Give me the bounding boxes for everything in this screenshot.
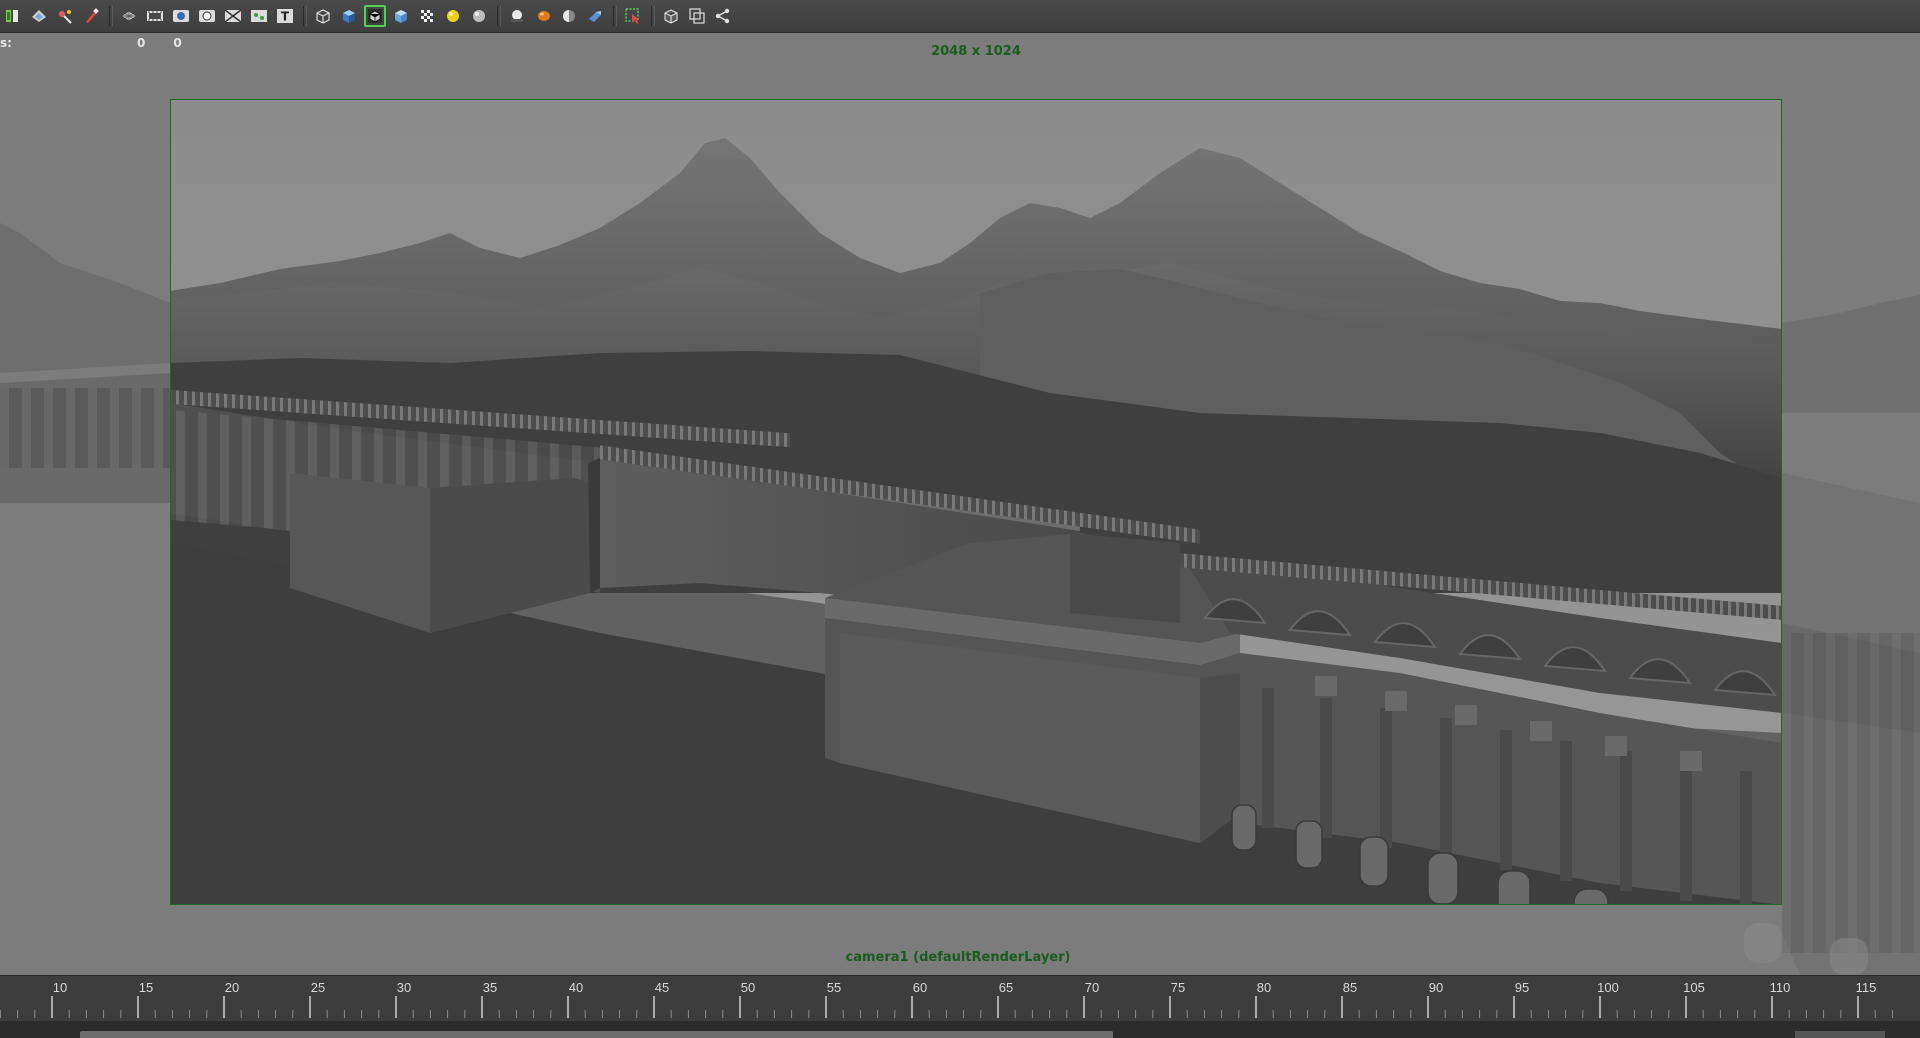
frame-label: 115 (1855, 980, 1877, 995)
toolbar-separator (651, 6, 655, 26)
select-camera-icon[interactable] (622, 5, 644, 27)
frame-label: 30 (396, 980, 412, 995)
viewport-toolbar: T (0, 0, 1920, 33)
frame-label: 90 (1428, 980, 1444, 995)
safe-action-icon[interactable] (248, 5, 270, 27)
svg-text:T: T (281, 10, 290, 24)
depth-of-field-icon[interactable] (584, 5, 606, 27)
3d-viewport[interactable]: s: 0 0 2048 x 1024 camera1 (defaultRende… (0, 33, 1920, 975)
toolbar-separator (613, 6, 617, 26)
safe-title-icon[interactable]: T (274, 5, 296, 27)
frame-label: 35 (482, 980, 498, 995)
range-slider-handle[interactable] (80, 1031, 1113, 1038)
time-slider-ruler (0, 996, 1893, 1018)
frame-label: 45 (654, 980, 670, 995)
shadows-icon[interactable] (468, 5, 490, 27)
isolate-view-icon[interactable] (660, 5, 682, 27)
paint-tool-icon[interactable] (80, 5, 102, 27)
screen-space-ao-icon[interactable] (506, 5, 528, 27)
frame-label: 15 (138, 980, 154, 995)
frame-label: 10 (52, 980, 68, 995)
frame-label: 110 (1769, 980, 1791, 995)
grid-icon[interactable] (118, 5, 140, 27)
smooth-shade-icon[interactable] (338, 5, 360, 27)
frame-label: 75 (1170, 980, 1186, 995)
camera-attributes-icon[interactable] (28, 5, 50, 27)
xray-joints-icon[interactable] (712, 5, 734, 27)
default-material-icon[interactable] (390, 5, 412, 27)
wireframe-icon[interactable] (312, 5, 334, 27)
wireframe-on-shaded-icon[interactable] (364, 5, 386, 27)
frame-label: 80 (1256, 980, 1272, 995)
frame-label: 60 (912, 980, 928, 995)
motion-blur-icon[interactable] (532, 5, 554, 27)
frame-label: 55 (826, 980, 842, 995)
textured-icon[interactable] (416, 5, 438, 27)
xray-icon[interactable] (686, 5, 708, 27)
frame-label: 105 (1683, 980, 1705, 995)
resolution-label: 2048 x 1024 (931, 44, 1021, 59)
use-all-lights-icon[interactable] (442, 5, 464, 27)
frame-label: 95 (1514, 980, 1530, 995)
multisample-aa-icon[interactable] (558, 5, 580, 27)
frame-label: 85 (1342, 980, 1358, 995)
field-chart-icon[interactable] (222, 5, 244, 27)
frame-label: 70 (1084, 980, 1100, 995)
gate-mask-icon[interactable] (196, 5, 218, 27)
resolution-gate-icon[interactable] (170, 5, 192, 27)
range-slider[interactable] (0, 1021, 1920, 1038)
frame-label: 65 (998, 980, 1014, 995)
scene-render[interactable] (0, 33, 1920, 975)
film-gate-icon[interactable] (144, 5, 166, 27)
frame-label: 100 (1597, 980, 1619, 995)
time-slider[interactable]: 10 15 20 25 30 35 40 45 50 55 60 65 70 75 80 85 90 95 100 1… (0, 975, 1920, 1021)
isolate-select-icon[interactable] (2, 5, 24, 27)
toolbar-separator (303, 6, 307, 26)
toolbar-separator (109, 6, 113, 26)
frame-label: 50 (740, 980, 756, 995)
frame-label: 25 (310, 980, 326, 995)
snap-icon[interactable] (54, 5, 76, 27)
range-slider-end[interactable] (1795, 1031, 1885, 1038)
frame-label: 40 (568, 980, 584, 995)
frame-label: 20 (224, 980, 240, 995)
maya-window: T s: 0 0 2048 x 1024 camera1 (defaultRen… (0, 0, 1920, 1038)
toolbar-separator (497, 6, 501, 26)
camera-label: camera1 (defaultRenderLayer) (845, 950, 1071, 965)
